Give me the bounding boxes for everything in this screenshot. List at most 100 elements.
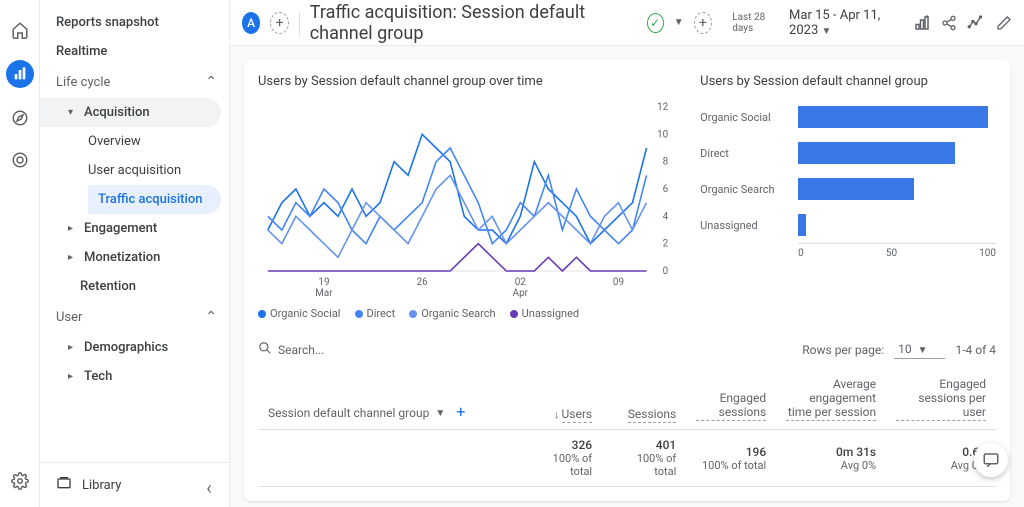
svg-text:12: 12 — [657, 102, 668, 113]
sidebar-retention[interactable]: Retention — [40, 272, 229, 301]
svg-text:19: 19 — [318, 277, 329, 288]
nav-rail — [0, 0, 40, 507]
sidebar-library-label: Library — [82, 478, 121, 493]
insights-icon[interactable] — [967, 13, 985, 33]
dimension-label: Session default channel group — [268, 406, 429, 420]
charts-card: Users by Session default channel group o… — [244, 60, 1010, 501]
legend-item[interactable]: Direct — [355, 307, 396, 320]
settings-icon[interactable] — [8, 469, 32, 493]
rows-value: 10 — [898, 342, 912, 356]
rows-per-page-select[interactable]: 10 ▼ — [894, 340, 945, 359]
sidebar-library[interactable]: Library — [40, 462, 229, 507]
sidebar-engagement[interactable]: ▸Engagement — [40, 214, 229, 243]
col-engaged-label: Engaged sessions — [696, 391, 766, 421]
bar-chart-title: Users by Session default channel group — [700, 74, 996, 89]
total-engaged: 196 — [696, 445, 766, 459]
total-users: 326 — [528, 438, 592, 452]
chevron-down-icon: ▼ — [435, 408, 445, 419]
feedback-button[interactable] — [974, 443, 1008, 477]
sidebar-user-group-label: User — [56, 310, 82, 325]
bar-label: Organic Search — [700, 183, 790, 196]
sidebar-user-group[interactable]: User⌃ — [40, 301, 229, 333]
col-sessions[interactable]: Sessions — [602, 369, 686, 430]
svg-text:6: 6 — [663, 184, 669, 195]
bar-row: Organic Search — [700, 171, 996, 207]
sidebar-engagement-label: Engagement — [84, 221, 157, 236]
table-pagination: Rows per page: 10 ▼ 1-4 of 4 — [802, 340, 996, 359]
home-icon[interactable] — [8, 18, 32, 42]
customize-icon[interactable] — [913, 13, 931, 33]
col-engaged[interactable]: Engaged sessions — [686, 369, 776, 430]
svg-text:09: 09 — [613, 277, 624, 288]
svg-text:10: 10 — [657, 129, 668, 140]
title-dropdown[interactable]: ▼ — [674, 17, 684, 28]
caret-right-icon: ▸ — [68, 252, 76, 263]
svg-text:Mar: Mar — [315, 288, 333, 299]
share-icon[interactable] — [941, 13, 958, 33]
data-table: Session default channel group ▼ + ↓Users… — [258, 369, 996, 487]
sidebar-reports-snapshot[interactable]: Reports snapshot — [40, 8, 229, 37]
sidebar-acq-traffic[interactable]: Traffic acquisition — [88, 185, 221, 214]
bar-row: Direct — [700, 135, 996, 171]
library-icon — [56, 475, 72, 495]
legend-item[interactable]: Organic Social — [258, 307, 341, 320]
legend-item[interactable]: Unassigned — [510, 307, 580, 320]
chevron-down-icon: ▼ — [822, 26, 832, 37]
sidebar-monetization[interactable]: ▸ Monetization — [40, 243, 229, 272]
bar-label: Direct — [700, 147, 790, 160]
chevron-up-icon: ⌃ — [205, 74, 217, 90]
sidebar-monetization-label: Monetization — [84, 250, 160, 265]
sidebar-acquisition-label: Acquisition — [84, 105, 150, 120]
bar-label: Unassigned — [700, 219, 790, 232]
search-placeholder: Search... — [278, 343, 324, 357]
col-avg-time[interactable]: Average engagement time per session — [776, 369, 886, 430]
data-table-area: Search... Rows per page: 10 ▼ 1-4 of 4 S… — [258, 340, 996, 487]
sidebar: Reports snapshot Realtime Life cycle⌃ ▾ A… — [40, 0, 230, 507]
line-chart: 02468101219Mar2602Apr09 — [258, 99, 672, 299]
legend-item[interactable]: Organic Search — [409, 307, 495, 320]
bar-chart: Organic SocialDirectOrganic SearchUnassi… — [700, 99, 996, 299]
svg-text:2: 2 — [663, 239, 669, 250]
table-search[interactable]: Search... — [258, 341, 324, 358]
topbar: A + Traffic acquisition: Session default… — [230, 0, 1024, 46]
edit-icon[interactable] — [995, 13, 1012, 33]
col-eng-per-user[interactable]: Engaged sessions per user — [886, 369, 996, 430]
total-eng-per-user: 0.60 — [896, 445, 986, 459]
col-users[interactable]: ↓Users — [518, 369, 602, 430]
date-label: Last 28 days — [732, 12, 779, 34]
sidebar-tech[interactable]: ▸Tech — [40, 362, 229, 391]
total-avg-time-sub: Avg 0% — [786, 459, 876, 472]
divider — [299, 11, 300, 35]
col-avg-time-label: Average engagement time per session — [786, 377, 876, 421]
sidebar-acq-user[interactable]: User acquisition — [88, 156, 229, 185]
sidebar-demographics-label: Demographics — [84, 340, 168, 355]
check-icon[interactable]: ✓ — [647, 13, 664, 33]
explore-icon[interactable] — [8, 106, 32, 130]
date-range-picker[interactable]: Mar 15 - Apr 11, 2023 ▼ — [789, 8, 903, 38]
add-dimension-button[interactable]: + — [456, 402, 465, 421]
col-sessions-label: Sessions — [628, 407, 676, 423]
caret-right-icon: ▸ — [68, 342, 76, 353]
svg-text:0: 0 — [663, 266, 669, 277]
sidebar-acquisition[interactable]: ▾ Acquisition — [40, 98, 221, 127]
total-eng-per-user-sub: Avg 0% — [896, 459, 986, 472]
sidebar-acq-overview[interactable]: Overview — [88, 127, 229, 156]
bar-row: Unassigned — [700, 207, 996, 243]
sidebar-life-cycle[interactable]: Life cycle⌃ — [40, 66, 229, 98]
bar-chart-block: Users by Session default channel group O… — [700, 74, 996, 320]
account-badge[interactable]: A — [242, 12, 260, 34]
add-comparison-button[interactable]: + — [270, 12, 289, 34]
chevron-down-icon: ▼ — [918, 345, 928, 356]
caret-down-icon: ▾ — [68, 107, 76, 118]
dimension-selector[interactable]: Session default channel group ▼ — [268, 406, 445, 420]
ads-icon[interactable] — [8, 148, 32, 172]
sidebar-demographics[interactable]: ▸ Demographics — [40, 333, 229, 362]
reports-icon[interactable] — [6, 60, 34, 88]
collapse-sidebar-button[interactable]: ‹ — [206, 478, 211, 499]
total-sessions: 401 — [612, 438, 676, 452]
add-segment-button[interactable]: + — [694, 12, 713, 34]
rows-per-page-label: Rows per page: — [802, 343, 884, 357]
col-users-label: Users — [562, 407, 593, 423]
caret-right-icon: ▸ — [68, 371, 76, 382]
sidebar-realtime[interactable]: Realtime — [40, 37, 229, 66]
